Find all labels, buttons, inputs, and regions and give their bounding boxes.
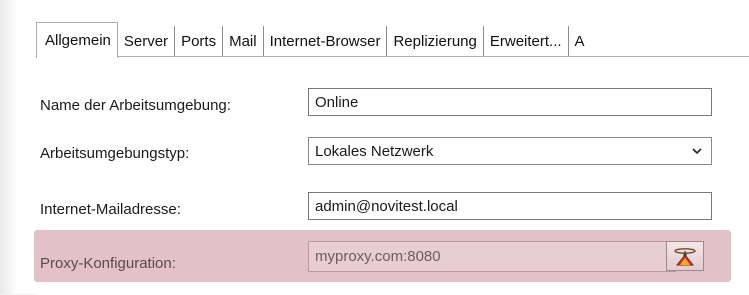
tab-allgemein[interactable]: Allgemein (36, 22, 118, 58)
tab-replizierung[interactable]: Replizierung (387, 26, 484, 56)
workspace-type-select[interactable]: Lokales Netzwerk (308, 137, 712, 165)
workspace-name-value: Online (315, 93, 359, 111)
tab-erweitert[interactable]: Erweitert... (483, 26, 569, 56)
workspace-name-label: Name der Arbeitsumgebung: (40, 97, 231, 114)
proxy-config-label: Proxy-Konfiguration: (40, 255, 176, 272)
proxy-settings-icon (674, 248, 696, 266)
workspace-type-label: Arbeitsumgebungstyp: (40, 145, 190, 162)
proxy-settings-button[interactable] (666, 241, 704, 271)
workspace-type-value: Lokales Netzwerk (315, 142, 434, 160)
proxy-config-input[interactable]: myproxy.com:8080 (308, 241, 676, 272)
mail-address-label: Internet-Mailadresse: (40, 201, 181, 218)
tab-strip: Allgemein Server Ports Mail Internet-Bro… (36, 22, 585, 58)
workspace-name-input[interactable]: Online (308, 88, 712, 116)
mail-address-input[interactable]: admin@novitest.local (308, 192, 712, 220)
mail-address-value: admin@novitest.local (315, 197, 458, 215)
tab-internet-browser[interactable]: Internet-Browser (263, 26, 388, 56)
tab-server[interactable]: Server (117, 26, 176, 56)
chevron-down-icon (692, 148, 702, 155)
tab-mail[interactable]: Mail (223, 26, 264, 56)
proxy-config-value: myproxy.com:8080 (315, 248, 441, 265)
tab-ports[interactable]: Ports (175, 26, 224, 56)
tab-overflow[interactable]: A (568, 26, 585, 56)
